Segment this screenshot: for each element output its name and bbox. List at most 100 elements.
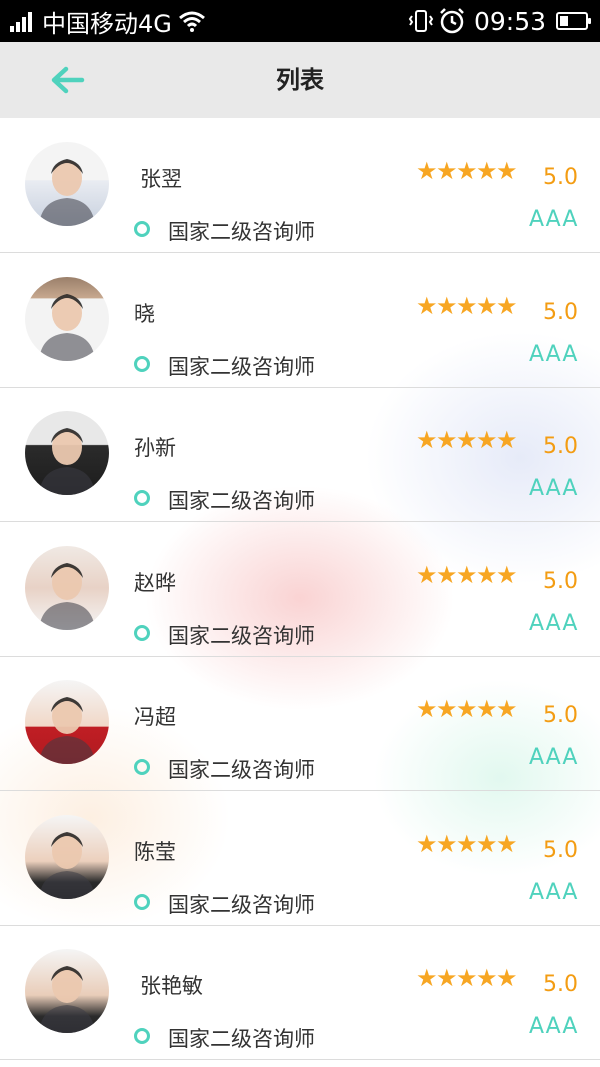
rating-score: 5.0 [543,434,578,459]
avatar [25,545,109,630]
star-icon: ★ [496,157,518,185]
star-icon: ★ [416,157,438,185]
star-icon: ★ [476,560,498,589]
status-ring-icon [134,355,150,372]
star-icon: ★ [436,157,458,185]
star-icon: ★ [476,426,498,454]
rating-score: 5.0 [543,299,578,325]
star-rating: ★ ★ ★ ★ ★ [416,695,518,723]
star-rating: ★ ★ ★ ★ ★ [416,426,518,454]
avatar [25,276,109,361]
list-item[interactable]: 张翌 国家二级咨询师 ★ ★ ★ ★ ★ 5.0 AAA [0,119,600,253]
list-item[interactable]: 孙新 国家二级咨询师 ★ ★ ★ ★ ★ 5.0 AAA [0,388,600,522]
star-icon: ★ [476,291,498,320]
counselor-name: 孙新 [134,436,176,460]
counselor-title: 国家二级咨询师 [168,489,315,513]
grade-badge: AAA [529,879,579,905]
list-item[interactable]: 晓 国家二级咨询师 ★ ★ ★ ★ ★ 5.0 AAA [0,254,600,388]
counselor-title: 国家二级咨询师 [168,1027,315,1051]
avatar [25,411,109,495]
avatar-portrait-icon [39,428,95,495]
avatar [25,814,109,899]
grade-badge: AAA [529,476,579,501]
clock: 09:53 [473,6,546,36]
counselor-name: 张艳敏 [140,974,203,998]
star-icon: ★ [436,560,458,589]
avatar-portrait-icon [39,562,95,630]
star-icon: ★ [436,829,458,858]
status-ring-icon [134,221,150,237]
star-icon: ★ [496,560,518,589]
star-icon: ★ [476,695,498,723]
star-icon: ★ [416,964,438,992]
counselor-title: 国家二级咨询师 [168,758,315,782]
status-ring-icon [134,624,150,641]
star-icon: ★ [476,964,498,992]
star-rating: ★ ★ ★ ★ ★ [416,291,518,320]
star-icon: ★ [436,964,458,992]
star-icon: ★ [496,695,518,723]
grade-badge: AAA [529,745,579,770]
carrier-name: 中国移动4G [42,9,172,38]
star-rating: ★ ★ ★ ★ ★ [416,964,518,992]
rating-score: 5.0 [543,837,578,863]
counselor-name: 晓 [134,301,155,326]
star-icon: ★ [456,291,478,320]
avatar [25,949,109,1033]
counselor-title: 国家二级咨询师 [168,220,315,244]
list-item[interactable]: 冯超 国家二级咨询师 ★ ★ ★ ★ ★ 5.0 AAA [0,657,600,791]
star-rating: ★ ★ ★ ★ ★ [416,157,518,185]
status-ring-icon [134,759,150,775]
star-icon: ★ [496,426,518,454]
title-bar: 列表 [0,42,600,118]
grade-badge: AAA [529,341,579,367]
wifi-icon [178,11,205,32]
star-icon: ★ [436,695,458,723]
star-icon: ★ [416,695,438,723]
rating-score: 5.0 [543,703,578,728]
avatar-portrait-icon [39,831,95,899]
avatar [25,142,109,226]
star-icon: ★ [476,157,498,185]
avatar-portrait-icon [39,966,95,1033]
grade-badge: AAA [529,610,579,636]
star-icon: ★ [416,291,438,320]
rating-score: 5.0 [543,568,578,594]
status-ring-icon [134,1028,150,1044]
list-item[interactable]: 张艳敏 国家二级咨询师 ★ ★ ★ ★ ★ 5.0 AAA [0,926,600,1060]
counselor-name: 陈莹 [134,839,176,864]
star-icon: ★ [456,964,478,992]
alarm-icon [440,8,464,34]
vibrate-icon [408,10,434,32]
star-rating: ★ ★ ★ ★ ★ [416,560,518,589]
star-icon: ★ [416,560,438,589]
signal-icon [10,10,34,32]
star-icon: ★ [416,829,438,858]
rating-score: 5.0 [543,165,578,190]
counselor-list: 张翌 国家二级咨询师 ★ ★ ★ ★ ★ 5.0 AAA 晓 国家二级咨询师 ★ ★ ★ ★ ★… [0,118,600,1067]
avatar-portrait-icon [39,159,95,226]
star-icon: ★ [496,964,518,992]
star-icon: ★ [456,157,478,185]
star-icon: ★ [496,291,518,320]
avatar-portrait-icon [39,697,95,764]
list-item[interactable]: 赵晔 国家二级咨询师 ★ ★ ★ ★ ★ 5.0 AAA [0,523,600,657]
star-icon: ★ [456,829,478,858]
status-ring-icon [134,490,150,506]
page-title: 列表 [276,66,324,94]
counselor-name: 赵晔 [134,570,176,595]
counselor-name: 冯超 [134,705,176,729]
star-icon: ★ [476,829,498,858]
star-icon: ★ [436,426,458,454]
counselor-title: 国家二级咨询师 [168,354,315,379]
star-icon: ★ [416,426,438,454]
star-icon: ★ [436,291,458,320]
star-icon: ★ [496,829,518,858]
battery-icon [556,12,591,30]
avatar-portrait-icon [39,293,95,361]
grade-badge: AAA [529,207,579,232]
counselor-name: 张翌 [140,167,182,191]
star-icon: ★ [456,426,478,454]
list-item[interactable]: 陈莹 国家二级咨询师 ★ ★ ★ ★ ★ 5.0 AAA [0,792,600,926]
counselor-title: 国家二级咨询师 [168,623,315,648]
